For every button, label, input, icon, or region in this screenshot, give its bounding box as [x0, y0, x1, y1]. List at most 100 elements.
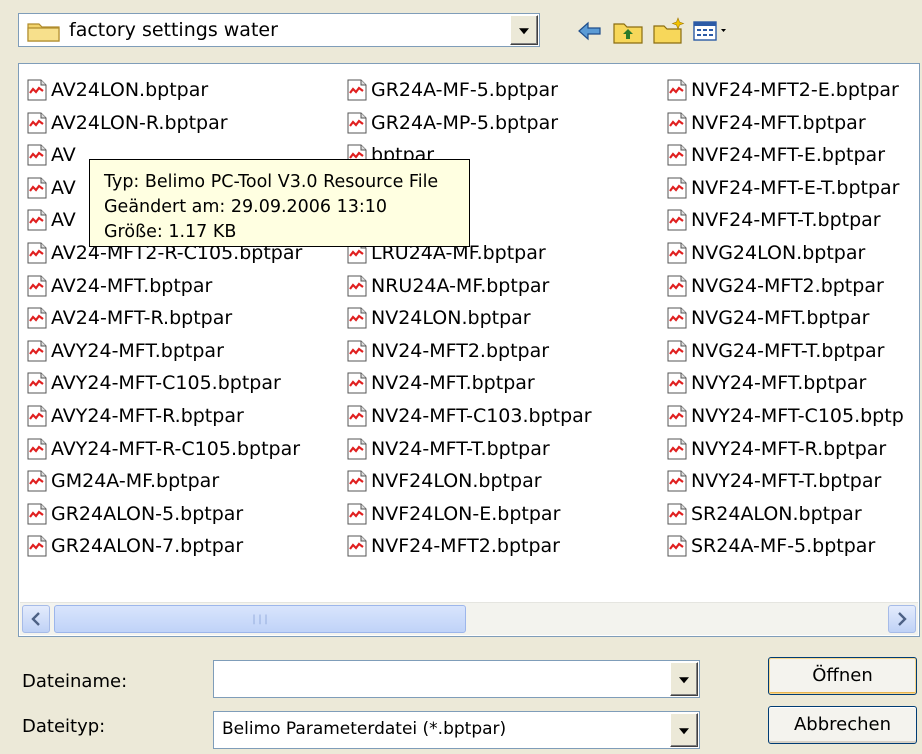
belimo-file-icon: [667, 340, 687, 362]
file-item[interactable]: GR24A-MP-5.bptpar: [347, 108, 558, 138]
file-item[interactable]: AV24LON-R.bptpar: [27, 108, 228, 138]
file-item[interactable]: SR24A-MF-5.bptpar: [667, 531, 875, 561]
file-item[interactable]: NVF24-MFT.bptpar: [667, 108, 866, 138]
file-name: SR24A-MF-5.bptpar: [691, 535, 876, 558]
belimo-file-icon: [27, 405, 47, 427]
tooltip-size: Größe: 1.17 KB: [104, 222, 237, 242]
file-item[interactable]: AVY24-MFT.bptpar: [27, 336, 224, 366]
file-item[interactable]: GR24ALON-7.bptpar: [27, 531, 243, 561]
belimo-file-icon: [667, 372, 687, 394]
file-name: AV24LON-R.bptpar: [51, 111, 228, 134]
belimo-file-icon: [667, 242, 687, 264]
belimo-file-icon: [27, 209, 47, 231]
chevron-down-icon: [679, 728, 689, 735]
file-name: NVF24-MFT.bptpar: [691, 111, 866, 134]
belimo-file-icon: [27, 177, 47, 199]
file-item[interactable]: AV: [27, 173, 76, 203]
file-name: AV: [51, 209, 76, 232]
file-item[interactable]: NVG24-MFT.bptpar: [667, 303, 869, 333]
file-item[interactable]: NV24-MFT.bptpar: [347, 368, 535, 398]
horizontal-scrollbar[interactable]: |||: [20, 602, 918, 635]
chevron-left-icon: [31, 612, 40, 626]
scrollbar-thumb[interactable]: |||: [54, 605, 466, 633]
file-item[interactable]: NV24-MFT-C103.bptpar: [347, 401, 592, 431]
scroll-left-button[interactable]: [22, 605, 50, 633]
file-item[interactable]: NVF24LON.bptpar: [347, 466, 542, 496]
file-item[interactable]: NVG24-MFT2.bptpar: [667, 271, 884, 301]
folder-icon: [27, 23, 60, 42]
filename-field[interactable]: [213, 660, 700, 698]
scroll-right-button[interactable]: [888, 605, 916, 633]
belimo-file-icon: [27, 242, 47, 264]
belimo-file-icon: [27, 307, 47, 329]
file-item[interactable]: NVF24-MFT2.bptpar: [347, 531, 560, 561]
file-name: GR24ALON-7.bptpar: [51, 535, 244, 558]
file-name: AV24-MFT-R.bptpar: [51, 307, 233, 330]
file-item[interactable]: NV24-MFT2.bptpar: [347, 336, 549, 366]
filetype-select[interactable]: Belimo Parameterdatei (*.bptpar): [213, 711, 700, 749]
belimo-file-icon: [667, 438, 687, 460]
file-item[interactable]: NVF24LON-E.bptpar: [347, 499, 560, 529]
file-list[interactable]: AV24LON.bptpar AV24LON-R.bptpar AV AV AV AV24…: [18, 63, 920, 637]
current-folder-name: factory settings water: [69, 19, 278, 41]
filetype-dropdown-button[interactable]: [670, 713, 698, 747]
file-name: AVY24-MFT-R-C105.bptpar: [51, 437, 301, 460]
belimo-file-icon: [27, 79, 47, 101]
belimo-file-icon: [667, 503, 687, 525]
file-item[interactable]: NVF24-MFT-T.bptpar: [667, 205, 881, 235]
file-item[interactable]: SR24ALON.bptpar: [667, 499, 862, 529]
belimo-file-icon: [667, 209, 687, 231]
belimo-file-icon: [667, 144, 687, 166]
cancel-button[interactable]: Abbrechen: [768, 706, 917, 744]
file-item[interactable]: NVG24-MFT-T.bptpar: [667, 336, 884, 366]
file-name: NV24LON.bptpar: [371, 307, 531, 330]
filename-dropdown-button[interactable]: [670, 662, 698, 696]
file-item[interactable]: AV24-MFT-R.bptpar: [27, 303, 232, 333]
file-item[interactable]: NVY24-MFT.bptpar: [667, 368, 866, 398]
chevron-down-icon: [519, 28, 529, 35]
file-item[interactable]: NVG24LON.bptpar: [667, 238, 865, 268]
file-item[interactable]: AVY24-MFT-R-C105.bptpar: [27, 434, 300, 464]
file-item[interactable]: AV24-MFT.bptpar: [27, 271, 212, 301]
file-item[interactable]: AV: [27, 205, 76, 235]
belimo-file-icon: [27, 112, 47, 134]
back-arrow-icon[interactable]: [575, 16, 605, 46]
folder-combo[interactable]: factory settings water: [18, 13, 540, 47]
file-item[interactable]: NVF24-MFT-E-T.bptpar: [667, 173, 899, 203]
belimo-file-icon: [27, 535, 47, 557]
view-menu-icon[interactable]: [692, 16, 732, 46]
open-button[interactable]: Öffnen: [768, 657, 917, 695]
file-item[interactable]: NVY24-MFT-T.bptpar: [667, 466, 881, 496]
file-item[interactable]: NV24LON.bptpar: [347, 303, 531, 333]
file-item[interactable]: NVF24-MFT2-E.bptpar: [667, 75, 899, 105]
file-item[interactable]: NVY24-MFT-R.bptpar: [667, 434, 886, 464]
belimo-file-icon: [347, 438, 367, 460]
file-item[interactable]: NVF24-MFT-E.bptpar: [667, 140, 885, 170]
file-item[interactable]: GM24A-MF.bptpar: [27, 466, 219, 496]
new-folder-icon[interactable]: [652, 16, 686, 46]
file-item[interactable]: AV24LON.bptpar: [27, 75, 208, 105]
file-name: NVY24-MFT-T.bptpar: [691, 470, 882, 493]
filename-label: Dateiname:: [22, 671, 128, 692]
belimo-file-icon: [27, 470, 47, 492]
file-item[interactable]: AVY24-MFT-C105.bptpar: [27, 368, 281, 398]
folder-up-icon[interactable]: [612, 16, 644, 46]
file-name: NV24-MFT2.bptpar: [371, 339, 550, 362]
file-name: NRU24A-MF.bptpar: [371, 274, 550, 297]
folder-dropdown-button[interactable]: [510, 15, 538, 45]
file-item[interactable]: GR24ALON-5.bptpar: [27, 499, 243, 529]
belimo-file-icon: [347, 405, 367, 427]
file-name: NVF24-MFT-E-T.bptpar: [691, 176, 900, 199]
file-name: GR24A-MP-5.bptpar: [371, 111, 559, 134]
file-item[interactable]: NRU24A-MF.bptpar: [347, 271, 549, 301]
file-info-tooltip: Typ: Belimo PC-Tool V3.0 Resource File G…: [89, 159, 470, 247]
file-item[interactable]: NV24-MFT-T.bptpar: [347, 434, 550, 464]
file-item[interactable]: NVY24-MFT-C105.bptp: [667, 401, 904, 431]
file-name: AV24LON.bptpar: [51, 79, 209, 101]
belimo-file-icon: [667, 470, 687, 492]
file-item[interactable]: GR24A-MF-5.bptpar: [347, 75, 558, 105]
file-item[interactable]: AVY24-MFT-R.bptpar: [27, 401, 244, 431]
file-item[interactable]: AV: [27, 140, 76, 170]
belimo-file-icon: [667, 307, 687, 329]
belimo-file-icon: [27, 340, 47, 362]
